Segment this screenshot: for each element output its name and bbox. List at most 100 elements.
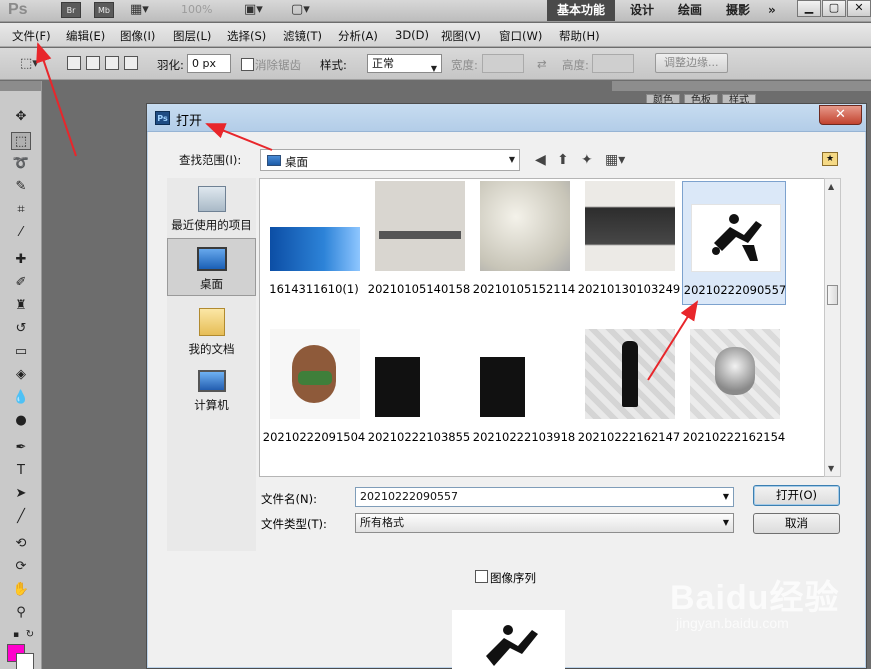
menu-3d[interactable]: 3D(D): [395, 28, 429, 42]
zoom-level[interactable]: 100%: [181, 3, 212, 16]
antialias-checkbox[interactable]: [241, 58, 254, 71]
line-tool-icon[interactable]: ╱: [11, 508, 31, 526]
blur-tool-icon[interactable]: 💧: [11, 389, 31, 407]
workspace-overflow-icon[interactable]: »: [758, 0, 786, 21]
subtract-selection-icon[interactable]: [105, 56, 119, 70]
back-icon[interactable]: ◀: [535, 152, 546, 168]
eraser-tool-icon[interactable]: ▭: [11, 343, 31, 361]
marquee-preset-icon[interactable]: ⬚▾: [20, 56, 39, 72]
menu-analysis[interactable]: 分析(A): [338, 28, 378, 44]
workspace-design[interactable]: 设计: [620, 0, 664, 21]
crop-tool-icon[interactable]: ⌗: [11, 201, 31, 219]
place-label: 最近使用的项目: [171, 218, 252, 232]
menu-edit[interactable]: 编辑(E): [66, 28, 105, 44]
file-type-select[interactable]: 所有格式 ▼: [355, 513, 734, 533]
file-item[interactable]: 20210105140158: [367, 181, 471, 305]
file-item[interactable]: 20210222162154: [682, 329, 786, 453]
new-folder-icon[interactable]: ✦: [581, 152, 593, 168]
width-input[interactable]: [482, 54, 524, 73]
feather-input[interactable]: 0 px: [187, 54, 231, 73]
history-brush-tool-icon[interactable]: ↺: [11, 320, 31, 338]
file-name: 20210130103249: [577, 282, 681, 296]
arrange-documents-icon[interactable]: ▣▾: [244, 2, 263, 18]
file-item[interactable]: 20210222103918: [472, 329, 576, 453]
view-menu-icon[interactable]: ▦▾: [605, 152, 625, 168]
zoom-tool-icon[interactable]: ⚲: [11, 604, 31, 622]
pen-tool-icon[interactable]: ✒: [11, 439, 31, 457]
launch-bridge-button[interactable]: Br: [61, 2, 81, 18]
cancel-button[interactable]: 取消: [753, 513, 840, 534]
file-name-input[interactable]: 20210222090557 ▼: [355, 487, 734, 507]
place-my-documents[interactable]: 我的文档: [167, 302, 256, 358]
dodge-tool-icon[interactable]: ●: [11, 412, 31, 430]
look-in-dropdown[interactable]: 桌面 ▼: [260, 149, 520, 171]
path-selection-tool-icon[interactable]: ➤: [11, 485, 31, 503]
swap-colors-icon[interactable]: ↻: [20, 626, 40, 644]
eyedropper-tool-icon[interactable]: ⁄: [11, 224, 31, 242]
workspace-painting[interactable]: 绘画: [668, 0, 712, 21]
type-tool-icon[interactable]: T: [11, 462, 31, 480]
launch-mini-bridge-button[interactable]: Mb: [94, 2, 114, 18]
spot-healing-tool-icon[interactable]: ✚: [11, 251, 31, 269]
chevron-down-icon[interactable]: ▼: [723, 488, 729, 506]
bookmark-folder-icon[interactable]: ★: [822, 152, 838, 166]
add-to-selection-icon[interactable]: [86, 56, 100, 70]
man-silhouette-shape: [622, 341, 638, 407]
scrollbar-thumb[interactable]: [827, 285, 838, 305]
view-extras-icon[interactable]: ▦▾: [130, 2, 149, 18]
menu-select[interactable]: 选择(S): [227, 28, 266, 44]
background-color-swatch[interactable]: [16, 653, 34, 669]
file-item[interactable]: 20210130103249: [577, 181, 681, 305]
menu-image[interactable]: 图像(I): [120, 28, 155, 44]
quick-selection-tool-icon[interactable]: ✎: [11, 178, 31, 196]
move-tool-icon[interactable]: ✥: [11, 108, 31, 126]
minimize-icon[interactable]: ▁: [797, 0, 821, 17]
open-button[interactable]: 打开(O): [753, 485, 840, 506]
3d-orbit-tool-icon[interactable]: ⟳: [11, 558, 31, 576]
menu-layer[interactable]: 图层(L): [173, 28, 211, 44]
rectangular-marquee-tool-icon[interactable]: ⬚: [11, 132, 31, 150]
up-folder-icon[interactable]: ⬆: [557, 152, 569, 168]
intersect-selection-icon[interactable]: [124, 56, 138, 70]
scroll-up-icon[interactable]: ▲: [828, 182, 834, 191]
style-select[interactable]: 正常 ▼: [367, 54, 442, 73]
workspace-photography[interactable]: 摄影: [716, 0, 760, 21]
file-item[interactable]: 1614311610(1): [262, 181, 366, 305]
file-item[interactable]: 20210222162147: [577, 329, 681, 453]
place-computer[interactable]: 计算机: [167, 364, 256, 420]
scroll-down-icon[interactable]: ▼: [828, 464, 834, 473]
workspace-essentials[interactable]: 基本功能: [547, 0, 616, 21]
file-item[interactable]: 20210222103855: [367, 329, 471, 453]
screen-mode-icon[interactable]: ▢▾: [291, 2, 310, 18]
image-sequence-checkbox[interactable]: [475, 570, 488, 583]
file-list-scrollbar[interactable]: ▲ ▼: [824, 178, 841, 477]
close-dialog-button[interactable]: ✕: [819, 105, 862, 125]
place-recent-items[interactable]: 最近使用的项目: [167, 180, 256, 236]
menu-filter[interactable]: 滤镜(T): [283, 28, 322, 44]
hand-tool-icon[interactable]: ✋: [11, 581, 31, 599]
file-item[interactable]: 20210222091504: [262, 329, 366, 453]
menu-window[interactable]: 窗口(W): [499, 28, 542, 44]
close-app-icon[interactable]: ✕: [847, 0, 871, 17]
file-item-selected[interactable]: 20210222090557: [682, 181, 786, 305]
clone-stamp-tool-icon[interactable]: ♜: [11, 297, 31, 315]
3d-rotate-tool-icon[interactable]: ⟲: [11, 535, 31, 553]
new-selection-icon[interactable]: [67, 56, 81, 70]
brush-tool-icon[interactable]: ✐: [11, 274, 31, 292]
menu-help[interactable]: 帮助(H): [559, 28, 600, 44]
tools-panel-grip[interactable]: [0, 81, 41, 91]
paint-bucket-tool-icon[interactable]: ◈: [11, 366, 31, 384]
file-name-value: 20210222090557: [360, 490, 458, 503]
swap-dimensions-icon[interactable]: ⇄: [537, 57, 547, 71]
menu-view[interactable]: 视图(V): [441, 28, 481, 44]
dialog-title-bar[interactable]: Ps 打开 ✕: [147, 104, 866, 132]
menu-file[interactable]: 文件(F): [12, 28, 51, 44]
height-input[interactable]: [592, 54, 634, 73]
place-desktop[interactable]: 桌面: [167, 238, 256, 296]
restore-icon[interactable]: ▢: [822, 0, 846, 17]
watermark-brand: Baidu经验: [670, 579, 840, 617]
file-list[interactable]: 1614311610(1) 20210105140158 20210105152…: [259, 178, 839, 477]
refine-edge-button[interactable]: 调整边缘...: [655, 53, 728, 73]
file-item[interactable]: 20210105152114: [472, 181, 576, 305]
lasso-tool-icon[interactable]: ➰: [11, 155, 31, 173]
